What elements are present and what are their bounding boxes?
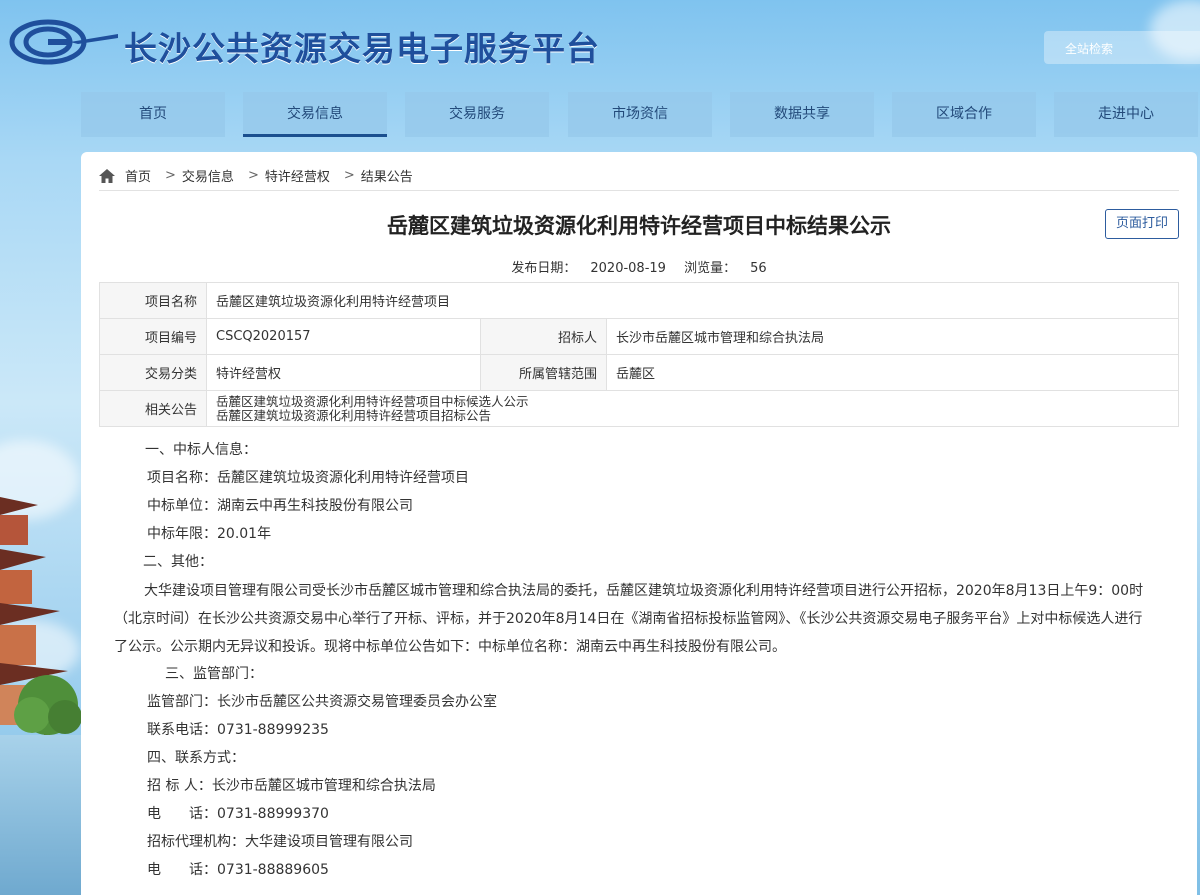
page-title: 岳麓区建筑垃圾资源化利用特许经营项目中标结果公示 xyxy=(387,214,891,238)
project-info-table: 项目名称 岳麓区建筑垃圾资源化利用特许经营项目 项目编号 CSCQ2020157… xyxy=(99,282,1179,427)
print-button[interactable]: 页面打印 xyxy=(1105,209,1179,239)
project-no-label: 项目编号 xyxy=(99,318,207,355)
table-row: 相关公告 岳麓区建筑垃圾资源化利用特许经营项目中标候选人公示 岳麓区建筑垃圾资源… xyxy=(99,390,1179,427)
publish-date: 2020-08-19 xyxy=(590,261,666,276)
home-icon xyxy=(99,168,115,183)
body-line: 电 话：0731-88889605 xyxy=(147,862,329,878)
article-meta: 发布日期： 2020-08-19 浏览量： 56 xyxy=(81,257,1197,276)
body-line: 电 话：0731-88999370 xyxy=(147,806,329,822)
table-row: 项目名称 岳麓区建筑垃圾资源化利用特许经营项目 xyxy=(99,282,1179,319)
breadcrumb-franchise[interactable]: 特许经营权 xyxy=(265,166,330,185)
breadcrumb-divider xyxy=(99,190,1179,191)
breadcrumb-separator: > xyxy=(165,168,176,183)
section-heading: 三、监管部门： xyxy=(165,666,263,682)
site-logo[interactable] xyxy=(8,18,120,66)
related-notice-link[interactable]: 岳麓区建筑垃圾资源化利用特许经营项目中标候选人公示 xyxy=(216,394,1169,409)
table-row: 交易分类 特许经营权 所属管辖范围 岳麓区 xyxy=(99,354,1179,391)
section-heading: 二、其他： xyxy=(143,554,213,570)
nav-item-data-sharing[interactable]: 数据共享 xyxy=(730,92,874,137)
category-value: 特许经营权 xyxy=(206,354,481,391)
views-count: 56 xyxy=(750,261,767,276)
related-notice-link[interactable]: 岳麓区建筑垃圾资源化利用特许经营项目招标公告 xyxy=(216,408,1169,423)
nav-item-regional-coop[interactable]: 区域合作 xyxy=(892,92,1036,137)
breadcrumb-trade-info[interactable]: 交易信息 xyxy=(182,166,234,185)
scope-value: 岳麓区 xyxy=(606,354,1179,391)
nav-item-trade-info[interactable]: 交易信息 xyxy=(243,92,387,137)
publish-date-label: 发布日期： xyxy=(511,261,577,276)
site-title: 长沙公共资源交易电子服务平台 xyxy=(124,29,600,68)
views-label: 浏览量： xyxy=(684,261,737,276)
breadcrumb-result-notice[interactable]: 结果公告 xyxy=(361,166,413,185)
body-line: 项目名称：岳麓区建筑垃圾资源化利用特许经营项目 xyxy=(147,470,469,486)
project-name-label: 项目名称 xyxy=(99,282,207,319)
nav-item-about-center[interactable]: 走进中心 xyxy=(1054,92,1198,137)
category-label: 交易分类 xyxy=(99,354,207,391)
body-line: 中标年限：20.01年 xyxy=(147,526,272,542)
nav-item-trade-service[interactable]: 交易服务 xyxy=(405,92,549,137)
project-name-value: 岳麓区建筑垃圾资源化利用特许经营项目 xyxy=(206,282,1179,319)
breadcrumb-separator: > xyxy=(247,168,259,183)
scope-label: 所属管辖范围 xyxy=(480,354,607,391)
nav-item-home[interactable]: 首页 xyxy=(81,92,225,137)
water-illustration xyxy=(0,735,85,895)
content-panel: 首页 > 交易信息 > 特许经营权 > 结果公告 岳麓区建筑垃圾资源化利用特许经… xyxy=(81,152,1197,895)
section-heading: 一、中标人信息： xyxy=(145,442,257,458)
body-line: 招标代理机构：大华建设项目管理有限公司 xyxy=(147,834,413,850)
tenderer-value: 长沙市岳麓区城市管理和综合执法局 xyxy=(606,318,1179,355)
breadcrumb-home[interactable]: 首页 xyxy=(125,166,151,185)
body-line: 中标单位：湖南云中再生科技股份有限公司 xyxy=(147,498,413,514)
site-search-input[interactable]: 全站检索 xyxy=(1044,31,1200,64)
body-line: 联系电话：0731-88999235 xyxy=(147,722,329,738)
project-no-value: CSCQ2020157 xyxy=(206,318,481,355)
body-paragraph: 大华建设项目管理有限公司受长沙市岳麓区城市管理和综合执法局的委托，岳麓区建筑垃圾… xyxy=(114,583,1144,655)
nav-item-market-credit[interactable]: 市场资信 xyxy=(568,92,712,137)
body-line: 招 标 人：长沙市岳麓区城市管理和综合执法局 xyxy=(147,778,436,794)
site-header: 长沙公共资源交易电子服务平台 全站检索 xyxy=(0,0,1200,85)
related-notices-label: 相关公告 xyxy=(99,390,207,427)
breadcrumb: 首页 > 交易信息 > 特许经营权 > 结果公告 xyxy=(99,166,413,185)
breadcrumb-separator: > xyxy=(343,168,355,183)
tenderer-label: 招标人 xyxy=(480,318,607,355)
table-row: 项目编号 CSCQ2020157 招标人 长沙市岳麓区城市管理和综合执法局 xyxy=(99,318,1179,355)
section-heading: 四、联系方式： xyxy=(147,750,245,766)
related-notices: 岳麓区建筑垃圾资源化利用特许经营项目中标候选人公示 岳麓区建筑垃圾资源化利用特许… xyxy=(206,390,1179,427)
body-line: 监管部门：长沙市岳麓区公共资源交易管理委员会办公室 xyxy=(147,694,497,710)
